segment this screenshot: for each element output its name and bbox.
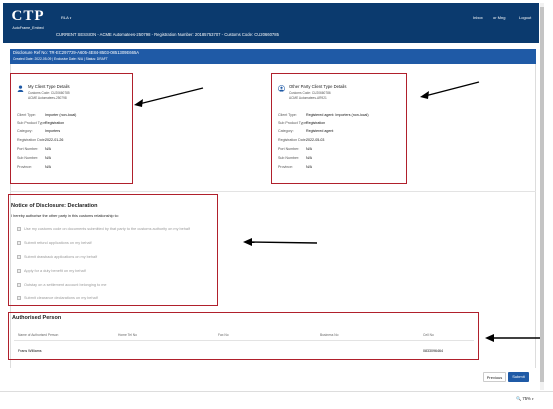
scrollbar-thumb[interactable] [540, 7, 544, 382]
user-menu[interactable]: RLA ▾ [61, 15, 71, 20]
disclosure-header: Disclosure Ref No: TR-EC297729-A605-4E84… [10, 49, 536, 64]
magnifier-icon: 🔍 [516, 396, 522, 401]
annotation-arrow [134, 87, 204, 107]
divider [10, 191, 536, 192]
column-header: Cell No [423, 333, 434, 337]
nav-logout[interactable]: Logout [519, 15, 531, 20]
person-icon [278, 85, 285, 92]
column-header: Home Tel No [118, 333, 137, 337]
client-company: ACME Automatees-250798 [28, 96, 67, 100]
annotation-arrow [420, 81, 480, 99]
other-party-card: Other Party Client Type Details Customs … [271, 73, 407, 184]
session-info: CURRENT SESSION - ACME Automatees-250798… [56, 32, 279, 37]
client-card-title: My Client Type Details [28, 84, 70, 89]
vertical-scrollbar[interactable] [540, 3, 544, 390]
ctp-logo[interactable]: CTP AutoFrame_Embed [8, 7, 48, 39]
declaration-intro: I hereby authorise the other party in th… [11, 214, 119, 218]
chevron-down-icon: ▾ [531, 397, 534, 401]
column-header: Name of Authorised Person [18, 333, 59, 337]
client-customs-code: Customs Code: CU20660785 [28, 91, 70, 95]
disclosure-ref: Disclosure Ref No: TR-EC297729-A605-4E84… [13, 50, 140, 55]
checkbox[interactable] [17, 283, 21, 287]
declaration-section: Notice of Disclosure: Declaration I here… [8, 194, 218, 306]
authorised-cell: 0833096464 [423, 349, 443, 353]
zoom-level: 75% [522, 396, 531, 401]
annotation-arrow [485, 334, 541, 342]
annotation-arrow [243, 238, 318, 246]
table-divider [14, 340, 474, 341]
authorised-name: Frans Williams [18, 349, 42, 353]
other-card-header: Other Party Client Type Details Customs … [278, 82, 398, 108]
previous-button[interactable]: Previous [483, 372, 506, 382]
nav-inbox[interactable]: Inbox [473, 15, 483, 20]
checkbox[interactable] [17, 296, 21, 300]
client-details-card: My Client Type Details Customs Code: CU2… [10, 73, 133, 184]
checkbox[interactable] [17, 255, 21, 259]
submit-button[interactable]: Submit [508, 372, 529, 382]
column-header: Fax No [218, 333, 229, 337]
other-customs-code: Customs Code: CU20660786 [289, 91, 331, 95]
logo-subtext: AutoFrame_Embed [12, 26, 44, 30]
client-card-header: My Client Type Details Customs Code: CU2… [17, 82, 137, 108]
top-bar: CTP AutoFrame_Embed RLA ▾ Inbox or Mng L… [3, 3, 539, 43]
logo-text: CTP [11, 8, 45, 24]
checkbox[interactable] [17, 227, 21, 231]
user-menu-label: RLA [61, 15, 69, 20]
declaration-title: Notice of Disclosure: Declaration [11, 203, 98, 209]
other-company: ACME Automatees-AR921 [289, 96, 327, 100]
status-bar: 🔍 75% ▾ [0, 391, 553, 409]
chevron-down-icon: ▾ [69, 16, 72, 20]
other-card-title: Other Party Client Type Details [289, 84, 347, 89]
authorised-title: Authorised Person [12, 315, 62, 321]
checkbox[interactable] [17, 241, 21, 245]
zoom-control[interactable]: 🔍 75% ▾ [516, 396, 533, 402]
authorised-person-section: Authorised Person [8, 312, 479, 360]
nav-help[interactable]: or Mng [493, 15, 505, 20]
disclosure-meta: Created Date: 2022-05-09 | Exclusive Dat… [13, 57, 108, 61]
person-icon [17, 85, 24, 92]
column-header: Business No [320, 333, 339, 337]
checkbox[interactable] [17, 269, 21, 273]
